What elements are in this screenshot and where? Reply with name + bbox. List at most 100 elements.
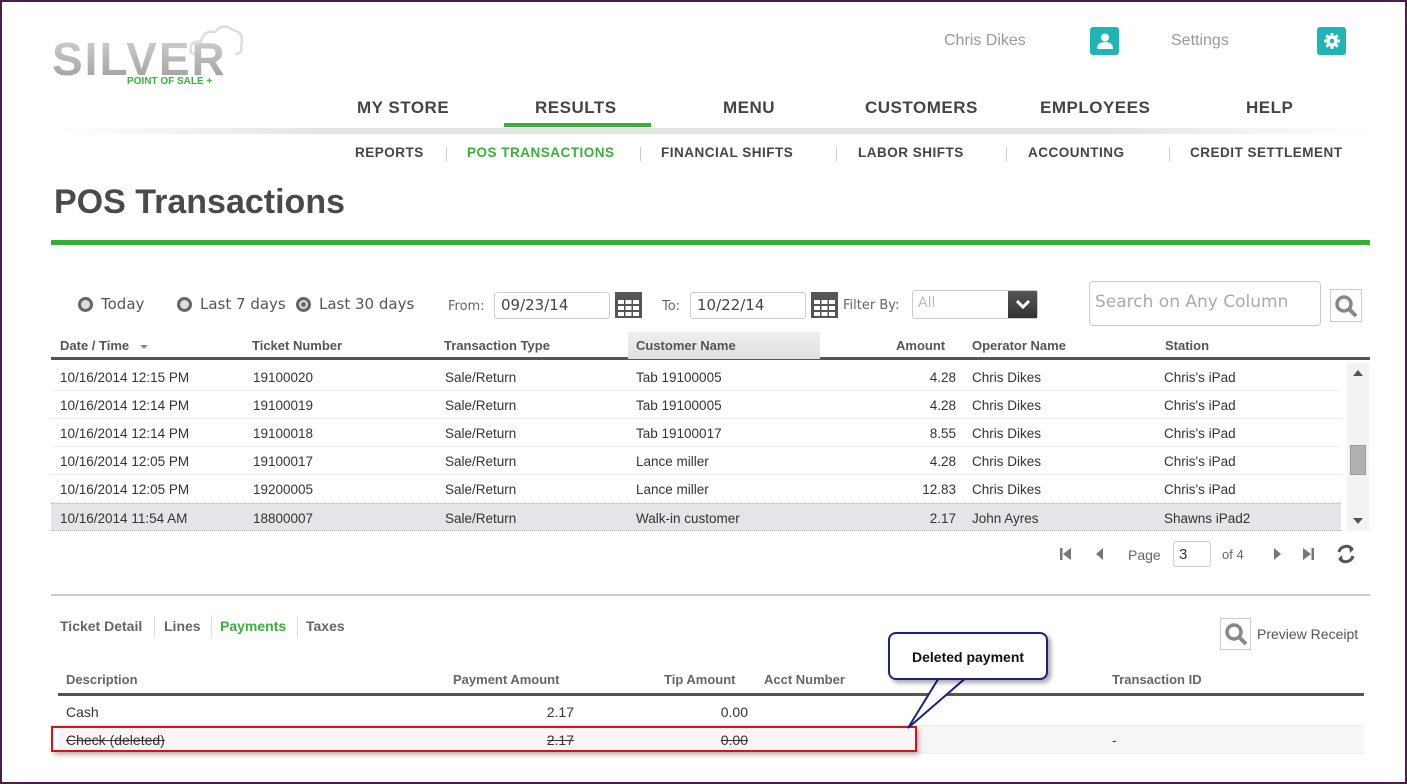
filter-by-select[interactable]: All bbox=[912, 290, 1038, 319]
cell-tip-amount: 0.00 bbox=[720, 704, 748, 720]
user-icon bbox=[1096, 33, 1113, 49]
column-header-description[interactable]: Description bbox=[66, 672, 138, 687]
cell-customer: Walk-in customer bbox=[636, 511, 740, 526]
cell-type: Sale/Return bbox=[445, 482, 517, 497]
cell-amount: 8.55 bbox=[929, 426, 956, 441]
nav-divider bbox=[60, 128, 1370, 134]
scroll-thumb[interactable] bbox=[1350, 445, 1366, 475]
search-input[interactable]: Search on Any Column bbox=[1089, 281, 1321, 326]
tab-lines[interactable]: Lines bbox=[164, 618, 201, 634]
cell-station: Shawns iPad2 bbox=[1164, 511, 1251, 526]
next-page-button[interactable] bbox=[1268, 545, 1286, 563]
table-row[interactable]: 10/16/2014 12:15 PM 19100020 Sale/Return… bbox=[51, 363, 1341, 391]
column-label: Date / Time bbox=[60, 338, 130, 353]
scroll-up-arrow-icon[interactable] bbox=[1353, 370, 1363, 376]
settings-button[interactable] bbox=[1317, 27, 1346, 55]
cell-ticket: 19100019 bbox=[253, 398, 314, 413]
cell-amount: 4.28 bbox=[929, 370, 956, 385]
first-page-button[interactable] bbox=[1057, 545, 1075, 563]
last-page-button[interactable] bbox=[1299, 545, 1317, 563]
section-divider bbox=[51, 594, 1370, 596]
nav-employees[interactable]: EMPLOYEES bbox=[1040, 98, 1150, 118]
subnav-credit-settlement[interactable]: CREDIT SETTLEMENT bbox=[1190, 145, 1343, 160]
cell-amount: 4.28 bbox=[929, 454, 956, 469]
calendar-icon[interactable] bbox=[811, 292, 838, 318]
previous-page-button[interactable] bbox=[1091, 545, 1109, 563]
cell-description: Cash bbox=[66, 704, 99, 720]
table-row[interactable]: 10/16/2014 12:05 PM 19200005 Sale/Return… bbox=[51, 475, 1341, 503]
subnav-reports[interactable]: REPORTS bbox=[355, 145, 424, 160]
tab-payments[interactable]: Payments bbox=[220, 618, 286, 634]
tab-taxes[interactable]: Taxes bbox=[306, 618, 345, 634]
column-header-acct-number[interactable]: Acct Number bbox=[764, 672, 845, 687]
nav-help[interactable]: HELP bbox=[1246, 98, 1293, 118]
cell-amount: 12.83 bbox=[922, 482, 956, 497]
nav-customers[interactable]: CUSTOMERS bbox=[865, 98, 978, 118]
to-date-input[interactable]: 10/22/14 bbox=[690, 292, 806, 319]
active-nav-indicator bbox=[504, 123, 651, 127]
from-date-input[interactable]: 09/23/14 bbox=[494, 292, 610, 319]
radio-today[interactable]: Today bbox=[78, 295, 144, 313]
subnav-labor-shifts[interactable]: LABOR SHIFTS bbox=[858, 145, 964, 160]
column-header-transaction-type[interactable]: Transaction Type bbox=[444, 338, 550, 353]
table-row[interactable]: 10/16/2014 12:14 PM 19100019 Sale/Return… bbox=[51, 391, 1341, 419]
radio-button[interactable] bbox=[78, 296, 93, 312]
cell-type: Sale/Return bbox=[445, 370, 517, 385]
column-header-datetime[interactable]: Date / Time bbox=[60, 338, 149, 353]
page-count: of 4 bbox=[1222, 547, 1244, 562]
column-header-ticket-number[interactable]: Ticket Number bbox=[252, 338, 342, 353]
cell-datetime: 10/16/2014 12:05 PM bbox=[60, 454, 190, 469]
column-header-operator-name[interactable]: Operator Name bbox=[972, 338, 1066, 353]
radio-last-7-days[interactable]: Last 7 days bbox=[177, 295, 286, 313]
grid-scrollbar[interactable] bbox=[1347, 363, 1369, 531]
subnav-separator bbox=[446, 147, 447, 161]
column-header-payment-amount[interactable]: Payment Amount bbox=[453, 672, 559, 687]
settings-link[interactable]: Settings bbox=[1171, 32, 1229, 50]
table-row[interactable]: 10/16/2014 12:05 PM 19100017 Sale/Return… bbox=[51, 447, 1341, 475]
nav-my-store[interactable]: MY STORE bbox=[357, 98, 449, 118]
first-page-icon bbox=[1060, 548, 1071, 560]
cell-ticket: 19100020 bbox=[253, 370, 314, 385]
radio-button-checked[interactable] bbox=[296, 296, 311, 312]
deleted-payment-highlight bbox=[51, 726, 917, 752]
cell-customer: Lance miller bbox=[636, 482, 709, 497]
preview-receipt-button[interactable] bbox=[1220, 618, 1251, 650]
chevron-down-icon[interactable] bbox=[1008, 291, 1037, 318]
table-row-selected[interactable]: 10/16/2014 11:54 AM 18800007 Sale/Return… bbox=[51, 503, 1341, 531]
subnav-pos-transactions[interactable]: POS TRANSACTIONS bbox=[467, 145, 615, 160]
cell-station: Chris's iPad bbox=[1164, 482, 1236, 497]
refresh-button[interactable] bbox=[1335, 543, 1357, 565]
sort-descending-icon bbox=[139, 344, 148, 349]
calendar-icon[interactable] bbox=[615, 292, 642, 318]
column-header-customer-name[interactable]: Customer Name bbox=[636, 338, 736, 353]
user-profile-button[interactable] bbox=[1090, 27, 1119, 55]
subnav-financial-shifts[interactable]: FINANCIAL SHIFTS bbox=[661, 145, 793, 160]
payments-grid-header: Description Payment Amount Tip Amount Ac… bbox=[58, 667, 1364, 696]
column-header-amount[interactable]: Amount bbox=[896, 338, 945, 353]
nav-menu[interactable]: MENU bbox=[723, 98, 775, 118]
cell-type: Sale/Return bbox=[445, 454, 517, 469]
tab-ticket-detail[interactable]: Ticket Detail bbox=[60, 618, 142, 634]
radio-button[interactable] bbox=[177, 296, 192, 312]
column-header-tip-amount[interactable]: Tip Amount bbox=[664, 672, 736, 687]
nav-results[interactable]: RESULTS bbox=[535, 98, 617, 118]
cell-customer: Tab 19100017 bbox=[636, 426, 722, 441]
payment-row[interactable]: Cash 2.17 0.00 bbox=[58, 698, 1364, 726]
search-button[interactable] bbox=[1330, 289, 1362, 322]
subnav-accounting[interactable]: ACCOUNTING bbox=[1028, 145, 1125, 160]
page-number-input[interactable]: 3 bbox=[1173, 541, 1211, 567]
preview-receipt-link[interactable]: Preview Receipt bbox=[1257, 626, 1358, 642]
table-row[interactable]: 10/16/2014 12:14 PM 19100018 Sale/Return… bbox=[51, 419, 1341, 447]
silver-logo[interactable]: SILVER POINT OF SALE + bbox=[52, 18, 244, 88]
cell-operator: Chris Dikes bbox=[972, 454, 1042, 469]
gear-icon bbox=[1323, 33, 1340, 49]
cell-transaction-id: - bbox=[1112, 732, 1117, 748]
cell-station: Chris's iPad bbox=[1164, 426, 1236, 441]
cell-station: Chris's iPad bbox=[1164, 370, 1236, 385]
user-name-link[interactable]: Chris Dikes bbox=[944, 32, 1026, 50]
radio-last-30-days[interactable]: Last 30 days bbox=[296, 295, 414, 313]
column-header-station[interactable]: Station bbox=[1165, 338, 1209, 353]
scroll-down-arrow-icon[interactable] bbox=[1353, 518, 1363, 524]
cell-station: Chris's iPad bbox=[1164, 454, 1236, 469]
column-header-transaction-id[interactable]: Transaction ID bbox=[1112, 672, 1202, 687]
